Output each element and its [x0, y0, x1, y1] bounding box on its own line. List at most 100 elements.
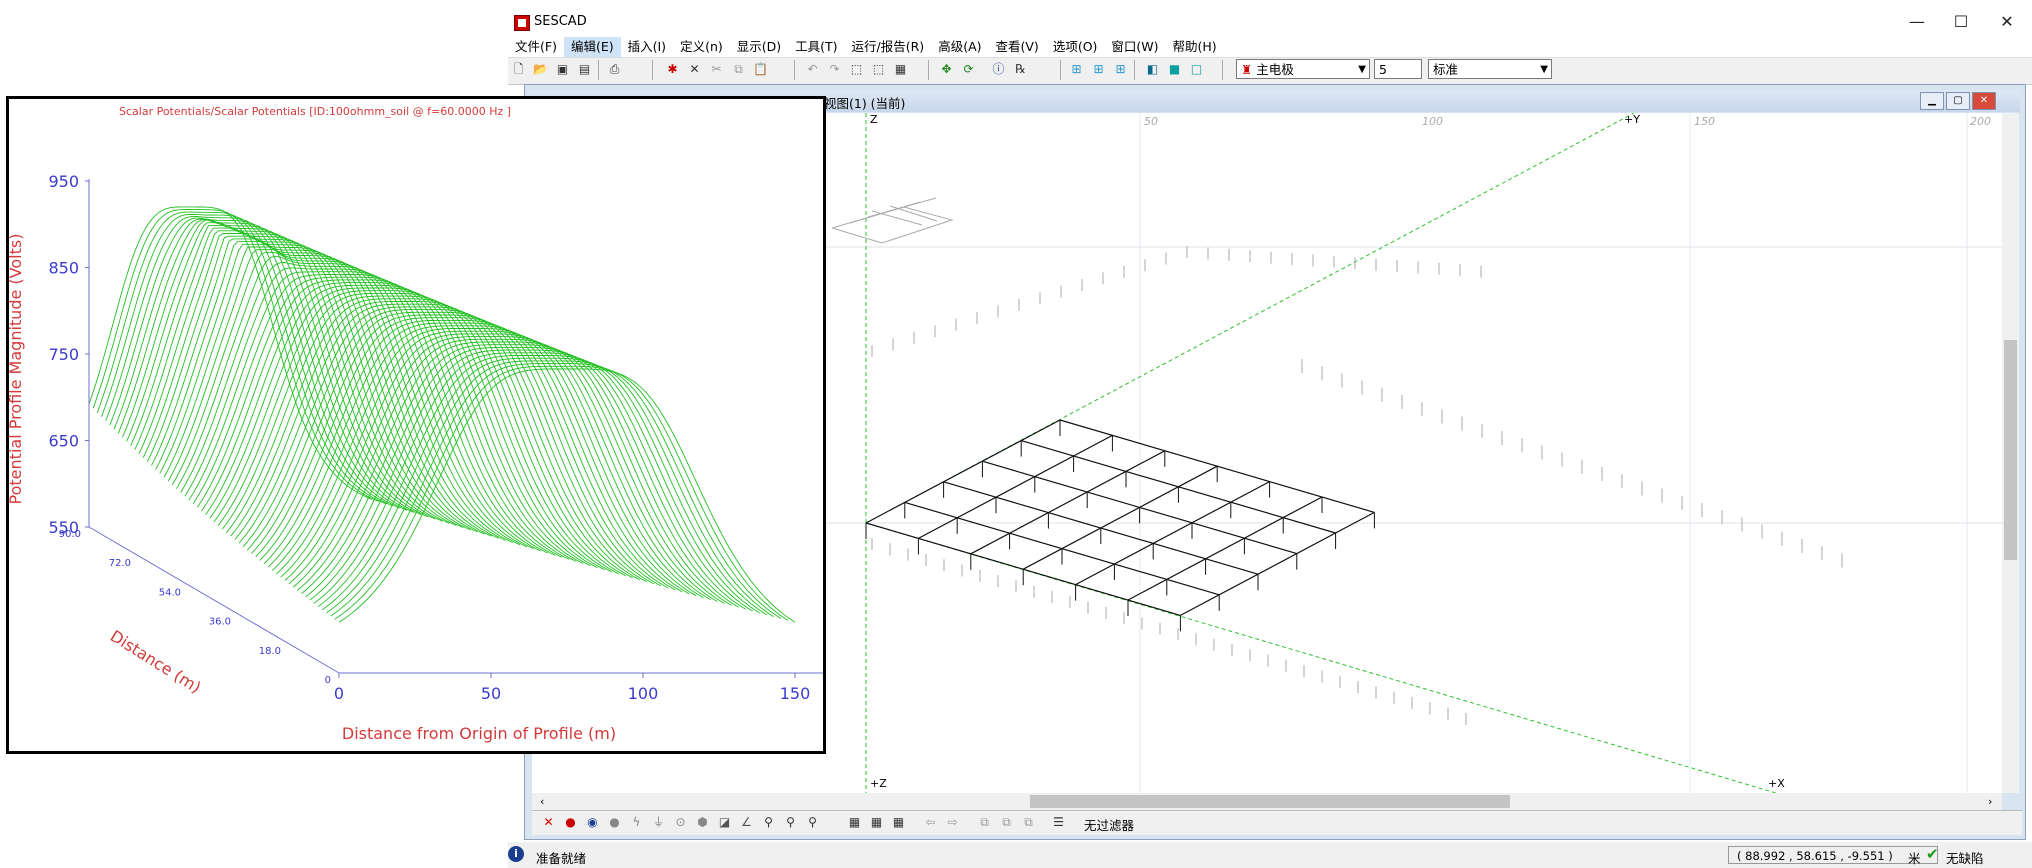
- menu-help[interactable]: 帮助(H): [1166, 37, 1224, 57]
- table-icon[interactable]: ▦: [890, 814, 907, 831]
- rx-icon[interactable]: ℞: [1012, 61, 1029, 78]
- no-fault-label: 无缺陷: [1946, 851, 1984, 866]
- child-close-button[interactable]: ✕: [1972, 92, 1996, 110]
- list-icon[interactable]: ☰: [1050, 814, 1067, 831]
- surface-profile-line: [267, 322, 676, 591]
- app-icon: [514, 15, 530, 31]
- cut-color-icon[interactable]: ✱: [664, 61, 681, 78]
- potential-surface: [88, 206, 796, 623]
- save-all-icon[interactable]: ▤: [576, 61, 593, 78]
- electrode-combo-value: 主电极: [1256, 62, 1294, 77]
- table-icon[interactable]: ▦: [868, 814, 885, 831]
- surface-profile-line: [301, 344, 732, 606]
- view2-icon[interactable]: ⊞: [1090, 61, 1107, 78]
- y-tick-label: 950: [48, 172, 79, 191]
- redo-icon[interactable]: ↷: [826, 61, 843, 78]
- paste-icon[interactable]: 📋: [752, 61, 769, 78]
- save-icon[interactable]: ▣: [554, 61, 571, 78]
- gray-dot-icon[interactable]: ●: [606, 814, 623, 831]
- menu-advanced[interactable]: 高级(A): [931, 37, 988, 57]
- checkmark-icon: ✔: [1926, 845, 1939, 863]
- menu-tools[interactable]: 工具(T): [788, 37, 844, 57]
- z-axis-label-top: Z: [870, 113, 878, 126]
- x-tick-label: 150: [780, 684, 811, 703]
- red-dot-icon[interactable]: ●: [562, 814, 579, 831]
- paste-table-icon[interactable]: ⧉: [998, 814, 1015, 831]
- maximize-button[interactable]: ☐: [1942, 10, 1980, 34]
- binoculars-icon[interactable]: ⚲: [804, 814, 821, 831]
- ground-icon[interactable]: ⏚: [650, 814, 667, 831]
- angle-icon[interactable]: ∠: [738, 814, 755, 831]
- ruler-tick: 50: [1144, 115, 1158, 128]
- scroll-right-icon[interactable]: ›: [1988, 795, 1992, 808]
- surface-profile-line: [338, 368, 796, 623]
- export-icon[interactable]: ⧉: [1020, 814, 1037, 831]
- table-icon[interactable]: ▦: [846, 814, 863, 831]
- scroll-left-icon[interactable]: ‹: [540, 795, 544, 808]
- undo-icon[interactable]: ↶: [804, 61, 821, 78]
- new-file-icon[interactable]: 🗋: [510, 61, 527, 78]
- cube-icon[interactable]: ◧: [1144, 61, 1161, 78]
- square2-icon[interactable]: □: [1188, 61, 1205, 78]
- binoculars-icon[interactable]: ⚲: [782, 814, 799, 831]
- horizontal-scroll-thumb[interactable]: [1030, 795, 1510, 808]
- toolbar-separator: [1134, 60, 1135, 80]
- menu-edit[interactable]: 编辑(E): [563, 37, 621, 57]
- grid-select-icon[interactable]: ▦: [892, 61, 909, 78]
- rotate-icon[interactable]: ⟳: [960, 61, 977, 78]
- lightning-icon[interactable]: ϟ: [628, 814, 645, 831]
- hex-icon[interactable]: ⬢: [694, 814, 711, 831]
- print-icon[interactable]: ⎙: [606, 61, 623, 78]
- coordinate-readout: ( 88.992 , 58.615 , -9.551 ): [1728, 846, 1938, 864]
- surface-profile-line: [159, 243, 492, 537]
- menu-display[interactable]: 显示(D): [730, 37, 788, 57]
- vertical-scroll-thumb[interactable]: [2004, 340, 2017, 560]
- x-tick-label: 0: [334, 684, 344, 703]
- menu-define[interactable]: 定义(n): [673, 37, 730, 57]
- menu-insert[interactable]: 插入(I): [621, 37, 673, 57]
- copy-icon[interactable]: ⧉: [730, 61, 747, 78]
- style-combo[interactable]: 标准 ▼: [1428, 59, 1552, 79]
- z-tick-label: 72.0: [109, 558, 131, 569]
- square-icon[interactable]: ■: [1166, 61, 1183, 78]
- x-axis-label: +X: [1768, 777, 1785, 790]
- y-tick-label: 650: [48, 432, 79, 451]
- menu-view[interactable]: 查看(V): [989, 37, 1046, 57]
- close-button[interactable]: ✕: [1988, 10, 2026, 34]
- z-tick-label: 54.0: [159, 587, 181, 598]
- select-icon[interactable]: ⬚: [848, 61, 865, 78]
- menu-file[interactable]: 文件(F): [508, 37, 564, 57]
- potential-chart: Scalar Potentials/Scalar Potentials [ID:…: [9, 105, 823, 743]
- ruler-tick: 100: [1422, 115, 1443, 128]
- menu-run-report[interactable]: 运行/报告(R): [845, 37, 932, 57]
- child-maximize-button[interactable]: ▢: [1946, 92, 1970, 110]
- scissors-icon[interactable]: ✂: [708, 61, 725, 78]
- z-axis-label-bottom: +Z: [870, 777, 887, 790]
- arrow-right-icon[interactable]: ⇨: [944, 814, 961, 831]
- blue-dot-icon[interactable]: ◉: [584, 814, 601, 831]
- move-icon[interactable]: ✥: [938, 61, 955, 78]
- child-minimize-button[interactable]: ▁: [1920, 92, 1944, 110]
- layers-icon[interactable]: ◪: [716, 814, 733, 831]
- chevron-down-icon: ▼: [1358, 64, 1366, 75]
- deselect-icon[interactable]: ⬚: [870, 61, 887, 78]
- view3-icon[interactable]: ⊞: [1112, 61, 1129, 78]
- view1-icon[interactable]: ⊞: [1068, 61, 1085, 78]
- delete-icon[interactable]: ✕: [686, 61, 703, 78]
- copy-table-icon[interactable]: ⧉: [976, 814, 993, 831]
- open-folder-icon[interactable]: 📂: [532, 61, 549, 78]
- minimize-button[interactable]: —: [1898, 10, 1936, 34]
- delete-filter-icon[interactable]: ✕: [540, 814, 557, 831]
- menu-window[interactable]: 窗口(W): [1104, 37, 1165, 57]
- menu-options[interactable]: 选项(O): [1046, 37, 1105, 57]
- y-tick-label: 850: [48, 259, 79, 278]
- x-tick-label: 50: [481, 684, 501, 703]
- title-bar: [508, 8, 2032, 38]
- circle-icon[interactable]: ⊙: [672, 814, 689, 831]
- binoculars-icon[interactable]: ⚲: [760, 814, 777, 831]
- electrode-combo[interactable]: ♜ 主电极 ▼: [1236, 59, 1370, 79]
- arrow-left-icon[interactable]: ⇦: [922, 814, 939, 831]
- info-icon[interactable]: ⓘ: [990, 61, 1007, 78]
- number-field[interactable]: 5: [1374, 59, 1422, 79]
- menu-bar: 文件(F) 编辑(E) 插入(I) 定义(n) 显示(D) 工具(T) 运行/报…: [508, 37, 1224, 57]
